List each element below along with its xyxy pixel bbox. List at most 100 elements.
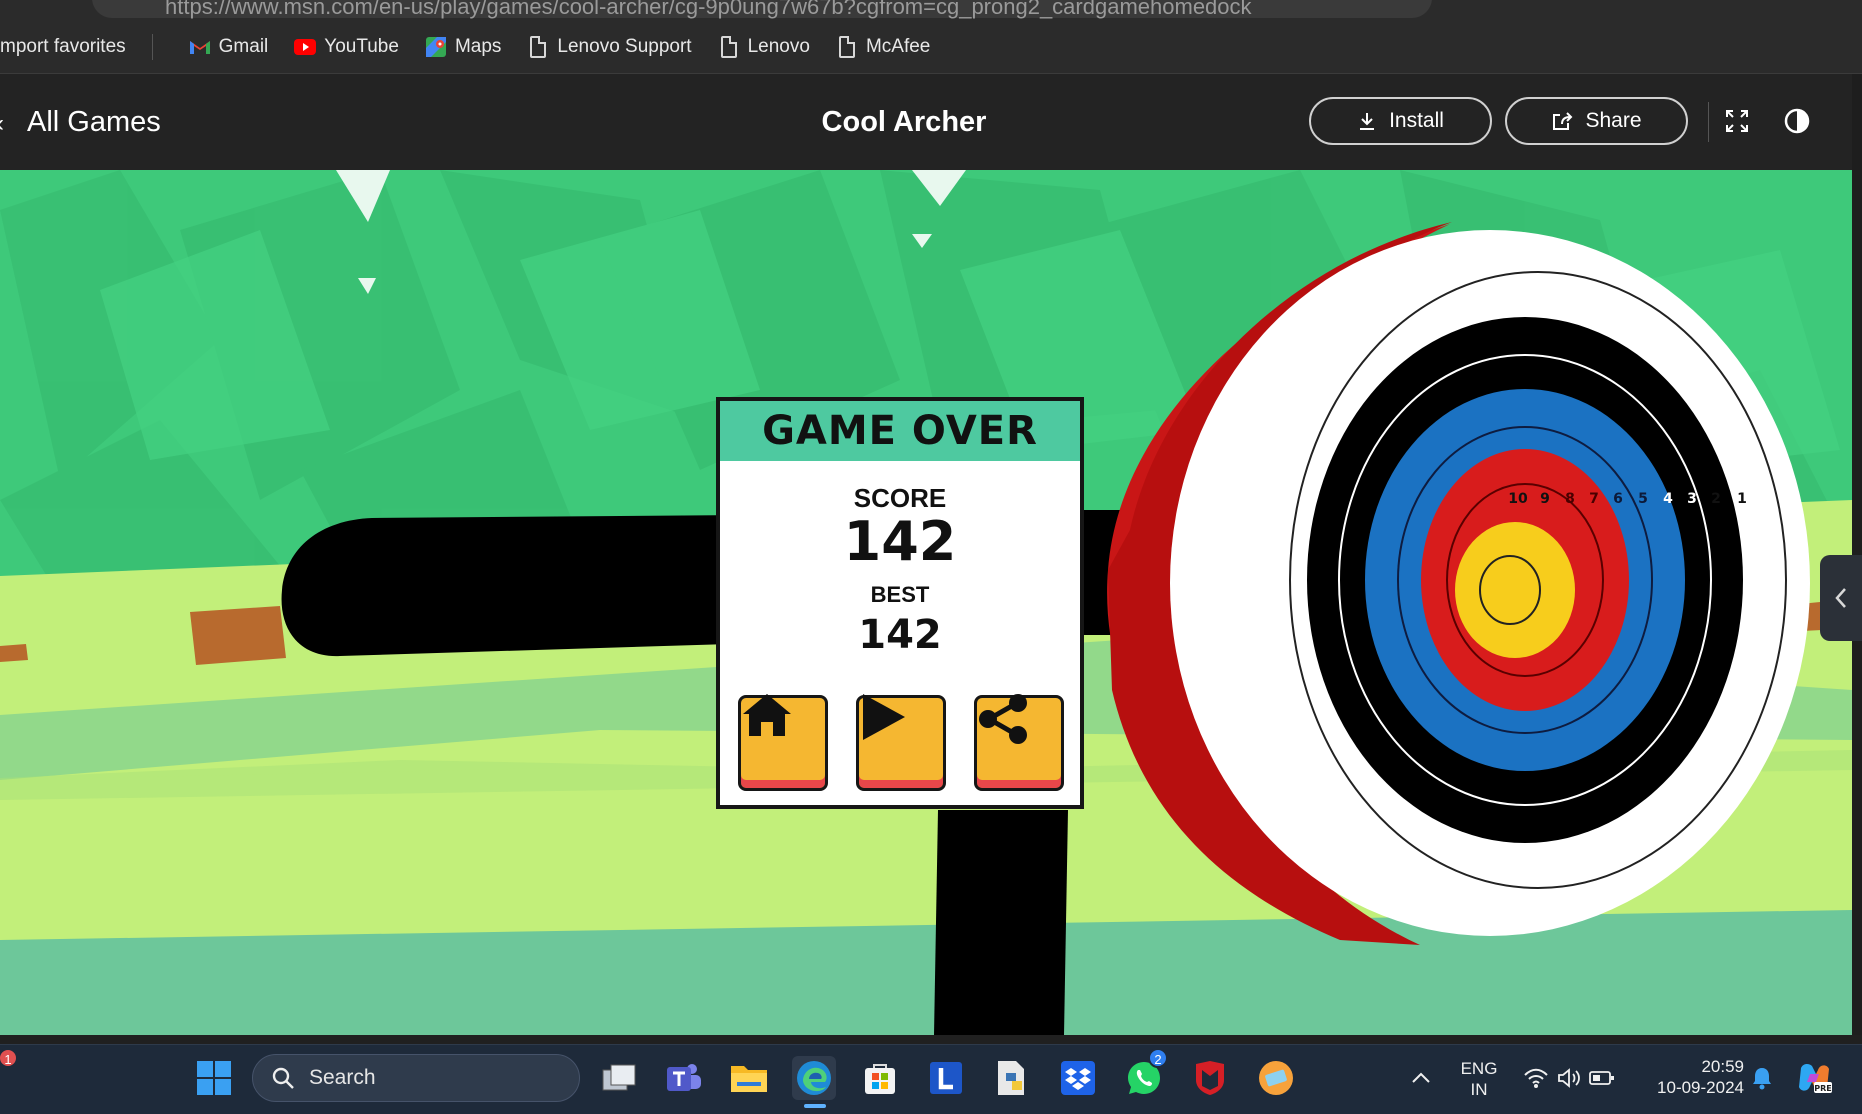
share-score-button[interactable] (974, 694, 1064, 791)
dropbox-app[interactable] (1056, 1056, 1100, 1100)
fullscreen-button[interactable] (1722, 106, 1752, 136)
windows-icon (197, 1061, 231, 1095)
whatsapp-badge: 2 (1148, 1048, 1168, 1068)
youtube-icon (294, 36, 317, 58)
notifications-button[interactable] (1740, 1056, 1784, 1100)
ticket-icon (1259, 1061, 1293, 1095)
dialog-title: GAME OVER (762, 408, 1038, 454)
fullscreen-icon (1726, 110, 1748, 132)
favorite-label: Lenovo Support (557, 35, 692, 57)
target-ring-number: 7 (1589, 491, 1599, 507)
active-app-indicator (804, 1104, 826, 1108)
edge-app[interactable] (792, 1056, 836, 1100)
favorite-label: Lenovo (747, 35, 810, 57)
page-icon (718, 35, 740, 58)
task-view-button[interactable] (597, 1056, 641, 1100)
clock-time: 20:59 (1701, 1057, 1744, 1076)
sticker-app[interactable] (1254, 1056, 1298, 1100)
chevron-up-icon (1412, 1072, 1430, 1083)
favorite-maps[interactable]: Maps (425, 36, 501, 58)
file-explorer-app[interactable] (727, 1056, 771, 1100)
play-icon (863, 694, 905, 740)
teams-app[interactable] (662, 1056, 706, 1100)
wifi-icon (1524, 1068, 1548, 1088)
target-ring-number: 3 (1687, 491, 1697, 507)
target-ring-number: 9 (1540, 491, 1550, 507)
favorite-lenovo[interactable]: Lenovo (718, 35, 810, 58)
dialog-header: GAME OVER (720, 401, 1080, 461)
best-label: BEST (870, 582, 930, 607)
share-icon (1553, 112, 1573, 130)
favorite-gmail[interactable]: Gmail (189, 36, 268, 58)
notification-widget[interactable]: 1 (0, 1048, 18, 1094)
language-indicator[interactable]: ENG IN (1456, 1058, 1502, 1100)
target-ring-number: 6 (1613, 491, 1623, 507)
copilot-button[interactable]: PRE (1792, 1056, 1836, 1100)
game-canvas[interactable]: 10 9 8 7 6 5 4 3 2 1 GAME OVER SCORE 142 BEST 142 (0, 170, 1852, 1035)
share-button[interactable]: Share (1505, 97, 1688, 145)
theme-toggle-button[interactable] (1782, 106, 1812, 136)
dialog-actions (738, 694, 1064, 791)
target-ring-number: 2 (1711, 491, 1721, 507)
page-icon (836, 35, 858, 58)
contrast-icon (1784, 108, 1810, 134)
search-icon (272, 1067, 294, 1089)
search-placeholder: Search (309, 1066, 376, 1089)
clock[interactable]: 20:59 10-09-2024 (1634, 1056, 1744, 1098)
store-app[interactable] (858, 1056, 902, 1100)
home-button[interactable] (738, 694, 828, 791)
notification-badge: 1 (0, 1048, 18, 1068)
lenovo-l-icon (930, 1062, 962, 1094)
edge-icon (797, 1061, 831, 1095)
download-icon (1360, 113, 1375, 130)
teams-icon (667, 1064, 701, 1091)
install-label: Install (1389, 109, 1444, 132)
whatsapp-app[interactable]: 2 (1122, 1048, 1168, 1100)
favorite-import[interactable]: mport favorites (0, 36, 126, 58)
play-again-button[interactable] (856, 694, 946, 791)
dropbox-icon (1061, 1061, 1095, 1095)
taskbar-search[interactable]: Search (252, 1054, 580, 1102)
favorite-label: mport favorites (0, 35, 126, 57)
network-volume-battery[interactable] (1514, 1056, 1624, 1100)
target-ring-number: 8 (1565, 491, 1575, 507)
favorite-mcafee[interactable]: McAfee (836, 35, 931, 58)
target-ring-number: 1 (1737, 491, 1747, 507)
copilot-icon: PRE (1799, 1063, 1832, 1093)
volume-icon (1558, 1068, 1580, 1088)
mcafee-app[interactable] (1188, 1056, 1232, 1100)
best-value: 142 (858, 612, 942, 658)
favorite-lenovo-support[interactable]: Lenovo Support (527, 35, 692, 58)
favorite-label: YouTube (324, 35, 399, 57)
show-hidden-icons-button[interactable] (1399, 1056, 1443, 1100)
browser-url-strip: https://www.msn.com/en-us/play/games/coo… (0, 0, 1862, 20)
target-ring-number: 10 (1508, 491, 1528, 507)
battery-icon (1589, 1071, 1614, 1085)
favorite-label: McAfee (865, 35, 931, 57)
target-ring-number: 4 (1663, 491, 1673, 507)
python-app[interactable] (990, 1056, 1034, 1100)
lenovo-app[interactable] (924, 1056, 968, 1100)
share-label: Share (1585, 109, 1642, 132)
game-over-dialog: GAME OVER SCORE 142 BEST 142 (716, 397, 1084, 809)
chevron-left-icon (1835, 588, 1846, 608)
install-button[interactable]: Install (1309, 97, 1492, 145)
python-file-icon (998, 1061, 1024, 1095)
start-button[interactable] (192, 1056, 236, 1100)
target-ring-number: 5 (1638, 491, 1648, 507)
mcafee-shield-icon (1196, 1061, 1224, 1095)
address-bar-url[interactable]: https://www.msn.com/en-us/play/games/coo… (165, 0, 1252, 20)
sidebar-expand-tab[interactable] (1820, 555, 1862, 641)
page-icon (527, 35, 549, 58)
favorites-bar: mport favorites Gmail YouTube Maps Lenov… (0, 20, 1862, 74)
task-view-icon (602, 1064, 636, 1091)
svg-text:PRE: PRE (1814, 1084, 1832, 1093)
favorite-label: Maps (454, 35, 502, 57)
favorites-divider (151, 33, 153, 60)
header-divider (1708, 102, 1709, 142)
gmail-icon (189, 36, 211, 58)
favorite-youtube[interactable]: YouTube (294, 36, 399, 58)
maps-icon (425, 36, 447, 58)
bell-icon (1753, 1068, 1771, 1090)
share-nodes-icon (979, 694, 1027, 744)
